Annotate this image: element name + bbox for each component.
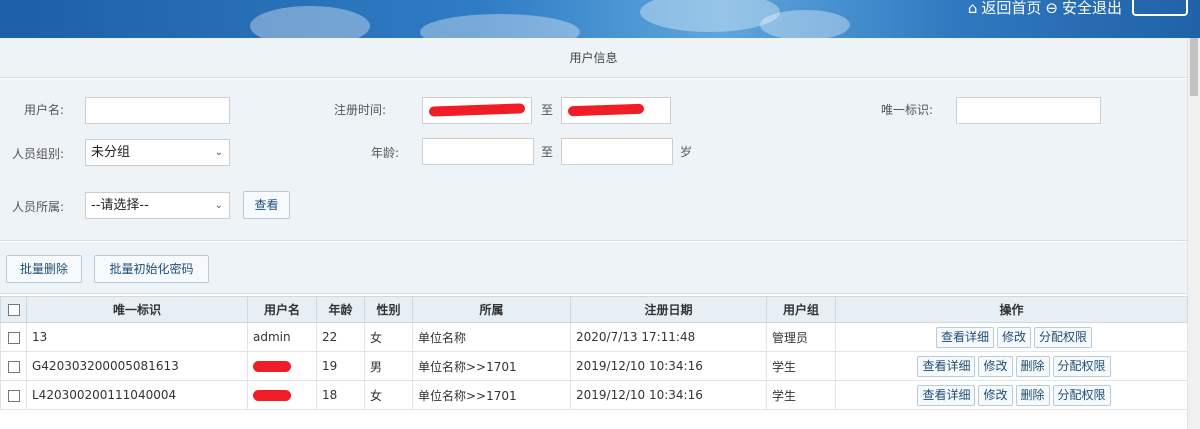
column-header[interactable]: 所属 [412, 296, 571, 323]
search-button[interactable]: 查看 [243, 191, 290, 219]
cell-gender: 男 [364, 351, 413, 381]
cell-affiliation: 单位名称>>1701 [412, 351, 571, 381]
cell-unique-id: 13 [26, 322, 248, 352]
redaction-mark [253, 361, 291, 372]
group-selected-value: 未分组 [91, 145, 131, 160]
redaction-mark [428, 103, 526, 117]
table-row: G420303200005081613 19 男 单位名称>>1701 2019… [0, 351, 1188, 381]
home-icon[interactable]: ⌂ [968, 0, 978, 16]
table-header-row: 唯一标识 用户名 年龄 性别 所属 注册日期 用户组 操作 [0, 296, 1188, 323]
cell-age: 22 [316, 322, 365, 352]
cell-username [247, 380, 317, 410]
age-from-input[interactable] [422, 138, 534, 165]
banner-cloud-decoration [420, 14, 580, 38]
cell-unique-id: L420300200111040004 [26, 380, 248, 410]
view-details-button[interactable]: 查看详细 [917, 384, 976, 406]
cell-gender: 女 [364, 380, 413, 410]
cell-operations: 查看详细 修改 删除 分配权限 [835, 351, 1188, 381]
username-label: 用户名: [24, 103, 65, 117]
logout-icon[interactable]: ⊖ [1045, 0, 1058, 16]
cell-user-group: 学生 [766, 351, 836, 381]
column-header[interactable]: 年龄 [316, 296, 365, 323]
cell-operations: 查看详细 修改 分配权限 [835, 322, 1188, 352]
view-details-button[interactable]: 查看详细 [917, 355, 976, 377]
logout-link[interactable]: 安全退出 [1062, 0, 1122, 16]
column-header[interactable]: 操作 [835, 296, 1188, 323]
column-header[interactable]: 用户组 [766, 296, 836, 323]
register-to-label: 至 [541, 103, 554, 117]
age-unit-label: 岁 [680, 145, 693, 159]
assign-permissions-button[interactable]: 分配权限 [1052, 355, 1111, 377]
row-select-cell [0, 322, 27, 352]
action-bar: 批量删除 批量初始化密码 [0, 242, 1187, 294]
row-select-cell [0, 380, 27, 410]
batch-reset-password-button[interactable]: 批量初始化密码 [94, 255, 209, 283]
banner-cloud-decoration [250, 6, 370, 38]
scrollbar-thumb[interactable] [1190, 38, 1198, 96]
age-to-label: 至 [541, 145, 554, 159]
column-header[interactable]: 注册日期 [570, 296, 767, 323]
cell-register-date: 2019/12/10 10:34:16 [570, 351, 767, 381]
cell-age: 18 [316, 380, 365, 410]
table-row: L420300200111040004 18 女 单位名称>>1701 2019… [0, 380, 1188, 410]
select-all-cell [0, 296, 27, 323]
chevron-down-icon: ⌄ [214, 200, 223, 211]
chevron-down-icon: ⌄ [214, 147, 223, 158]
affiliation-selected-value: --请选择-- [91, 198, 149, 213]
cell-operations: 查看详细 修改 删除 分配权限 [835, 380, 1188, 410]
cell-gender: 女 [364, 322, 413, 352]
unique-id-input[interactable] [956, 97, 1101, 124]
group-select[interactable]: 未分组 ⌄ [85, 139, 230, 166]
table-row: 13 admin 22 女 单位名称 2020/7/13 17:11:48 管理… [0, 322, 1188, 352]
edit-button[interactable]: 修改 [978, 384, 1013, 406]
page-scrollbar[interactable] [1187, 38, 1200, 429]
cell-username: admin [247, 322, 317, 352]
column-header[interactable]: 唯一标识 [26, 296, 248, 323]
page-title: 用户信息 [0, 38, 1187, 78]
assign-permissions-button[interactable]: 分配权限 [1034, 326, 1093, 348]
top-right-button[interactable] [1132, 0, 1188, 16]
age-to-input[interactable] [561, 138, 673, 165]
register-start-input[interactable] [422, 97, 532, 124]
cell-age: 19 [316, 351, 365, 381]
affiliation-select[interactable]: --请选择-- ⌄ [85, 192, 230, 219]
top-links: ⌂ 返回首页 ⊖ 安全退出 [968, 0, 1122, 16]
column-header[interactable]: 性别 [364, 296, 413, 323]
view-details-button[interactable]: 查看详细 [935, 326, 994, 348]
cell-user-group: 管理员 [766, 322, 836, 352]
column-header[interactable]: 用户名 [247, 296, 317, 323]
row-select-cell [0, 351, 27, 381]
batch-delete-button[interactable]: 批量删除 [6, 255, 82, 283]
delete-button[interactable]: 删除 [1015, 384, 1050, 406]
edit-button[interactable]: 修改 [978, 355, 1013, 377]
delete-button[interactable]: 删除 [1015, 355, 1050, 377]
cell-username [247, 351, 317, 381]
username-input[interactable] [85, 97, 230, 124]
banner-cloud-decoration [760, 10, 850, 38]
unique-id-label: 唯一标识: [881, 103, 934, 117]
redaction-mark [567, 103, 645, 117]
group-label: 人员组别: [12, 147, 65, 161]
cell-affiliation: 单位名称 [412, 322, 571, 352]
affiliation-label: 人员所属: [12, 200, 65, 214]
assign-permissions-button[interactable]: 分配权限 [1052, 384, 1111, 406]
row-checkbox[interactable] [7, 331, 20, 344]
edit-button[interactable]: 修改 [996, 326, 1031, 348]
register-end-input[interactable] [561, 97, 671, 124]
row-checkbox[interactable] [7, 360, 20, 373]
cell-register-date: 2019/12/10 10:34:16 [570, 380, 767, 410]
cell-affiliation: 单位名称>>1701 [412, 380, 571, 410]
user-table: 唯一标识 用户名 年龄 性别 所属 注册日期 用户组 操作 13 admin 2… [0, 296, 1188, 410]
age-label: 年龄: [371, 146, 400, 160]
register-time-label: 注册时间: [334, 103, 387, 117]
filter-panel: 用户名: 注册时间: 至 唯一标识: 人员组别: 未分组 ⌄ 年龄: 至 岁 人… [0, 79, 1187, 241]
home-link[interactable]: 返回首页 [981, 0, 1041, 16]
row-checkbox[interactable] [7, 389, 20, 402]
cell-register-date: 2020/7/13 17:11:48 [570, 322, 767, 352]
banner-cloud-decoration [640, 0, 780, 32]
cell-unique-id: G420303200005081613 [26, 351, 248, 381]
select-all-checkbox[interactable] [7, 304, 20, 316]
cell-user-group: 学生 [766, 380, 836, 410]
redaction-mark [253, 390, 291, 401]
